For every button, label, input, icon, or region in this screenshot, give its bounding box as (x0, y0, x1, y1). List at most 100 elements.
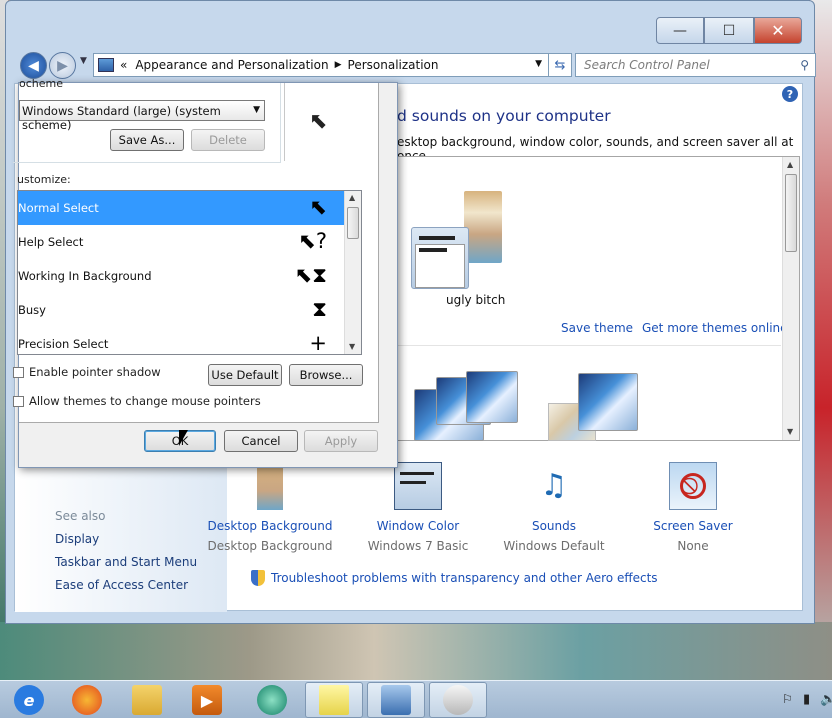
address-root-chevron[interactable]: « (120, 58, 127, 72)
theme-tile-bar (419, 236, 455, 240)
screen-saver-item[interactable]: ⃠ Screen Saver None (623, 462, 763, 553)
scheme-label: ocheme (19, 77, 63, 90)
desktop-background-icon (257, 462, 283, 510)
help-cursor-icon: ⬉? (298, 229, 327, 253)
preview-divider (284, 83, 285, 161)
screen-saver-link[interactable]: Screen Saver (623, 519, 763, 533)
cursor-list-scrollbar[interactable]: ▲ ▼ (344, 191, 361, 354)
browse-button[interactable]: Browse... (289, 364, 363, 386)
see-also-heading: See also (55, 509, 106, 523)
theme-cat-image (464, 191, 502, 263)
cursor-row-label: Working In Background (18, 269, 152, 283)
internet-explorer-icon[interactable]: e (0, 682, 58, 718)
cursor-row-normal-select[interactable]: Normal Select ⬉ (18, 191, 345, 225)
close-button[interactable]: ✕ (754, 17, 802, 44)
get-more-themes-link[interactable]: Get more themes online (642, 321, 788, 335)
use-default-button[interactable]: Use Default (208, 364, 282, 386)
screen-saver-icon: ⃠ (669, 462, 717, 510)
breadcrumb-personalization[interactable]: Personalization (348, 58, 439, 72)
theme-section-divider (396, 345, 781, 346)
sticky-notes-icon[interactable] (305, 682, 363, 718)
page-title: d sounds on your computer (397, 107, 611, 125)
media-player-icon[interactable]: ▶ (178, 682, 236, 718)
cancel-button[interactable]: Cancel (224, 430, 298, 452)
save-as-button[interactable]: Save As... (110, 129, 184, 151)
back-button[interactable]: ◀ (20, 52, 47, 79)
theme-name[interactable]: ugly bitch (446, 293, 505, 307)
cursor-row-help-select[interactable]: Help Select ⬉? (18, 225, 345, 259)
firefox-icon[interactable] (58, 682, 116, 718)
screen-saver-value: None (677, 539, 709, 553)
sounds-item[interactable]: ♫ Sounds Windows Default (484, 462, 624, 553)
scroll-down-icon[interactable]: ▼ (349, 342, 355, 351)
window-color-icon (394, 462, 442, 510)
theme-tile-my-theme[interactable] (411, 227, 469, 289)
help-icon[interactable]: ? (782, 86, 798, 102)
search-input[interactable]: Search Control Panel ⚲ (575, 53, 816, 77)
apply-button[interactable]: Apply (304, 430, 378, 452)
cursor-row-precision-select[interactable]: Precision Select + (18, 327, 345, 354)
scrollbar-thumb[interactable] (347, 207, 359, 239)
troubleshoot-text[interactable]: Troubleshoot problems with transparency … (271, 571, 658, 585)
bluetooth-app-icon[interactable] (243, 682, 301, 718)
refresh-button[interactable]: ⇆ (548, 53, 572, 77)
desktop-background-link[interactable]: Desktop Background (200, 519, 340, 533)
action-center-icon[interactable]: ⚐ (782, 692, 793, 706)
link-display[interactable]: Display (55, 532, 99, 546)
allow-themes-checkbox[interactable]: Allow themes to change mouse pointers (13, 394, 261, 408)
recent-pages-dropdown-icon[interactable]: ▼ (80, 56, 87, 66)
scheme-dropdown[interactable]: Windows Standard (large) (system scheme)… (19, 100, 265, 132)
cursor-row-label: Busy (18, 303, 46, 317)
window-color-link[interactable]: Window Color (348, 519, 488, 533)
mouse-pointer-icon (179, 430, 188, 446)
shield-icon (251, 570, 265, 586)
sounds-link[interactable]: Sounds (484, 519, 624, 533)
sounds-value: Windows Default (503, 539, 605, 553)
enable-shadow-checkbox[interactable]: Enable pointer shadow (13, 365, 161, 379)
cursor-list[interactable]: Normal Select ⬉ Help Select ⬉? Working I… (17, 190, 362, 355)
theme-list-scrollbar[interactable]: ▲ ▼ (782, 157, 799, 440)
windows-explorer-icon[interactable] (118, 682, 176, 718)
control-panel-icon (98, 58, 114, 72)
volume-icon[interactable]: 🔈 (820, 692, 832, 707)
network-icon[interactable]: ▮ (803, 692, 810, 707)
checkbox-box[interactable] (13, 366, 24, 378)
desktop-background-item[interactable]: Desktop Background Desktop Background (200, 462, 340, 553)
breadcrumb-appearance[interactable]: Appearance and Personalization (135, 58, 328, 72)
save-theme-link[interactable]: Save theme (561, 321, 633, 335)
scroll-up-icon[interactable]: ▲ (349, 193, 355, 202)
cursor-row-working-background[interactable]: Working In Background ⬉⧗ (18, 259, 345, 293)
maximize-button[interactable]: ☐ (704, 17, 754, 44)
scroll-up-icon[interactable]: ▲ (787, 160, 793, 169)
window-color-value: Windows 7 Basic (367, 539, 469, 553)
search-icon[interactable]: ⚲ (800, 58, 809, 72)
breadcrumb-arrow-icon[interactable]: ▶ (335, 60, 342, 70)
arrow-cursor-icon: ⬉ (309, 195, 327, 219)
aero-theme-image (466, 371, 518, 423)
pointers-tab-panel: ocheme Windows Standard (large) (system … (13, 77, 379, 423)
theme-list[interactable]: ugly bitch Save theme Get more themes on… (385, 156, 800, 441)
bottom-settings: Desktop Background Desktop Background Wi… (208, 462, 780, 553)
forward-button[interactable]: ▶ (49, 52, 76, 79)
minimize-button[interactable]: — (656, 17, 704, 44)
delete-button[interactable]: Delete (191, 129, 265, 151)
control-panel-taskbar-icon[interactable] (367, 682, 425, 718)
checkbox-box[interactable] (13, 395, 24, 407)
chevron-down-icon[interactable]: ▼ (253, 105, 260, 115)
scrollbar-thumb[interactable] (785, 174, 797, 252)
mouse-properties-taskbar-icon[interactable] (429, 682, 487, 718)
address-dropdown-icon[interactable]: ▼ (535, 59, 542, 69)
scroll-down-icon[interactable]: ▼ (787, 427, 793, 436)
cursor-row-label: Normal Select (18, 201, 99, 215)
troubleshoot-link[interactable]: Troubleshoot problems with transparency … (251, 570, 658, 586)
link-ease-of-access[interactable]: Ease of Access Center (55, 578, 188, 592)
enable-shadow-label[interactable]: Enable pointer shadow (29, 365, 161, 379)
cursor-row-label: Precision Select (18, 337, 109, 351)
working-cursor-icon: ⬉⧗ (294, 263, 327, 287)
address-bar[interactable]: « Appearance and Personalization ▶ Perso… (93, 53, 549, 77)
link-taskbar-start-menu[interactable]: Taskbar and Start Menu (55, 555, 197, 569)
window-color-item[interactable]: Window Color Windows 7 Basic (348, 462, 488, 553)
cursor-row-busy[interactable]: Busy ⧗ (18, 293, 345, 327)
wallpaper-bottom (0, 622, 832, 680)
allow-themes-label[interactable]: Allow themes to change mouse pointers (29, 394, 261, 408)
